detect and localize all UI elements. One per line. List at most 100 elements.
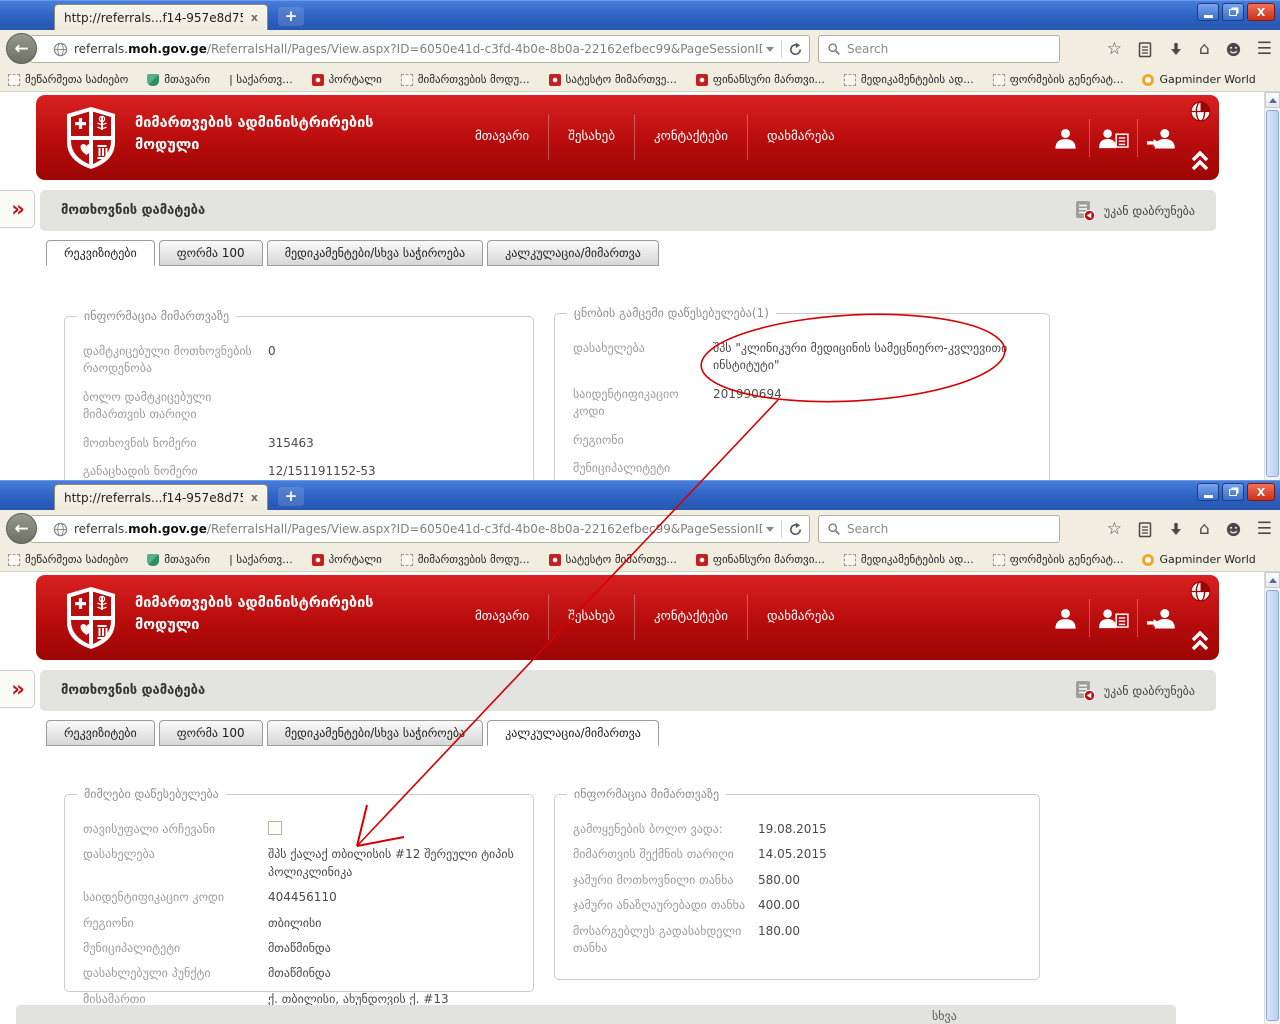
back-return-button[interactable]: უკან დაბრუნება xyxy=(1074,200,1195,222)
bookmark-item[interactable]: მეწარმეთა საძიებო xyxy=(8,73,128,86)
menu-icon[interactable]: ☰ xyxy=(1257,521,1272,538)
page-scrollbar[interactable] xyxy=(1264,92,1280,480)
tab-form100[interactable]: ფორმა 100 xyxy=(159,720,263,746)
page-area: მიმართვების ადმინისტრირების მოდული მთავა… xyxy=(0,92,1280,480)
panel-expand-button[interactable]: » xyxy=(0,190,35,228)
url-dropdown-icon[interactable] xyxy=(766,47,774,52)
scroll-up-button[interactable] xyxy=(1265,92,1280,108)
new-tab-button[interactable]: + xyxy=(278,487,304,506)
scroll-up-button[interactable] xyxy=(1265,572,1280,588)
search-input[interactable] xyxy=(847,522,1051,536)
language-globe-icon[interactable] xyxy=(1189,580,1212,603)
scrollbar-thumb[interactable] xyxy=(1266,110,1279,477)
bookmark-item[interactable]: ფინანსური მართვი... xyxy=(696,73,825,86)
panel-expand-button[interactable]: » xyxy=(0,670,35,708)
bookmark-item[interactable]: მიმართვების მოდუ... xyxy=(401,73,530,86)
free-choice-checkbox[interactable] xyxy=(268,821,282,835)
bookmark-star-icon[interactable]: ☆ xyxy=(1107,41,1122,58)
nav-link[interactable]: კონტაქტები xyxy=(634,594,747,640)
bookmark-favicon xyxy=(147,554,159,566)
new-tab-button[interactable]: + xyxy=(278,7,304,26)
nav-link[interactable]: შესახებ xyxy=(548,594,634,640)
bookmark-item[interactable]: | საქართვ... xyxy=(229,553,292,566)
tab-requisites[interactable]: რეკვიზიტები xyxy=(46,720,155,746)
bookmark-item[interactable]: მთავარი xyxy=(147,553,210,566)
library-icon[interactable] xyxy=(1137,521,1153,538)
bookmark-item[interactable]: მედიკამენტების ად... xyxy=(844,553,974,566)
tab-close-icon[interactable]: x xyxy=(251,12,258,23)
user-list-icon[interactable] xyxy=(1089,119,1137,157)
field-label: საიდენტიფიკაციო კოდი xyxy=(83,889,268,906)
library-icon[interactable] xyxy=(1137,41,1153,58)
restore-button[interactable] xyxy=(1222,483,1244,501)
tab-medications[interactable]: მედიკამენტები/სხვა საჭიროება xyxy=(267,240,483,266)
search-bar[interactable] xyxy=(818,515,1060,543)
bookmark-item[interactable]: ფორმების გენერატ... xyxy=(993,553,1124,566)
collapse-chevron-icon[interactable] xyxy=(1189,629,1211,653)
nav-link[interactable]: მთავარი xyxy=(456,594,548,640)
close-button[interactable]: X xyxy=(1247,3,1275,21)
back-button[interactable]: ← xyxy=(6,513,37,544)
home-icon[interactable]: ⌂ xyxy=(1199,41,1210,58)
bookmark-item[interactable]: ფორმების გენერატ... xyxy=(993,73,1124,86)
bookmark-label: ფორმების გენერატ... xyxy=(1010,553,1124,566)
menu-icon[interactable]: ☰ xyxy=(1257,41,1272,58)
tab-calculation[interactable]: კალკულაცია/მიმართვა xyxy=(487,240,659,266)
browser-tab[interactable]: http://referrals...f14-957e8d753363 x xyxy=(54,4,268,30)
nav-link[interactable]: დახმარება xyxy=(747,594,854,640)
nav-link[interactable]: კონტაქტები xyxy=(634,114,747,160)
minimize-button[interactable] xyxy=(1197,3,1219,21)
bookmark-item[interactable]: სატესტო მიმართვე... xyxy=(549,73,677,86)
tab-calculation[interactable]: კალკულაცია/მიმართვა xyxy=(487,720,659,746)
bookmark-item[interactable]: Gapminder World xyxy=(1142,553,1255,566)
bookmark-item[interactable]: მთავარი xyxy=(147,73,210,86)
reload-icon[interactable] xyxy=(788,522,803,537)
minimize-button[interactable] xyxy=(1197,483,1219,501)
tab-close-icon[interactable]: x xyxy=(251,492,258,503)
user-login-icon[interactable] xyxy=(1137,599,1185,637)
back-return-button[interactable]: უკან დაბრუნება xyxy=(1074,680,1195,702)
bookmark-item[interactable]: პორტალი xyxy=(312,553,382,566)
user-icon[interactable] xyxy=(1041,119,1089,157)
nav-link[interactable]: მთავარი xyxy=(456,114,548,160)
bookmark-item[interactable]: Gapminder World xyxy=(1142,73,1255,86)
bookmark-item[interactable]: მიმართვების მოდუ... xyxy=(401,553,530,566)
bookmark-item[interactable]: | საქართვ... xyxy=(229,73,292,86)
hello-smiley-icon[interactable] xyxy=(1225,521,1242,538)
downloads-icon[interactable] xyxy=(1168,41,1184,57)
close-button[interactable]: X xyxy=(1247,483,1275,501)
search-bar[interactable] xyxy=(818,35,1060,63)
bookmark-item[interactable]: სატესტო მიმართვე... xyxy=(549,553,677,566)
restore-button[interactable] xyxy=(1222,3,1244,21)
bookmark-item[interactable]: მედიკამენტების ად... xyxy=(844,73,974,86)
tab-requisites[interactable]: რეკვიზიტები xyxy=(46,240,155,266)
bookmark-star-icon[interactable]: ☆ xyxy=(1107,521,1122,538)
nav-link[interactable]: შესახებ xyxy=(548,114,634,160)
bookmark-favicon xyxy=(1142,74,1154,86)
tab-medications[interactable]: მედიკამენტები/სხვა საჭიროება xyxy=(267,720,483,746)
nav-link[interactable]: დახმარება xyxy=(747,114,854,160)
page-scrollbar[interactable] xyxy=(1264,572,1280,1024)
url-text: referrals.moh.gov.ge/ReferralsHall/Pages… xyxy=(74,42,762,56)
language-globe-icon[interactable] xyxy=(1189,100,1212,123)
user-list-icon[interactable] xyxy=(1089,599,1137,637)
user-login-icon[interactable] xyxy=(1137,119,1185,157)
reload-icon[interactable] xyxy=(788,42,803,57)
bookmark-item[interactable]: მეწარმეთა საძიებო xyxy=(8,553,128,566)
back-button[interactable]: ← xyxy=(6,33,37,64)
bookmark-item[interactable]: ფინანსური მართვი... xyxy=(696,553,825,566)
bookmark-item[interactable]: პორტალი xyxy=(312,73,382,86)
user-icon[interactable] xyxy=(1041,599,1089,637)
browser-tab[interactable]: http://referrals...f14-957e8d753363 x xyxy=(54,484,268,510)
scrollbar-thumb[interactable] xyxy=(1266,590,1279,1021)
hello-smiley-icon[interactable] xyxy=(1225,41,1242,58)
downloads-icon[interactable] xyxy=(1168,521,1184,537)
url-dropdown-icon[interactable] xyxy=(766,527,774,532)
search-input[interactable] xyxy=(847,42,1051,56)
tab-form100[interactable]: ფორმა 100 xyxy=(159,240,263,266)
url-bar[interactable]: referrals.moh.gov.ge/ReferralsHall/Pages… xyxy=(30,515,810,543)
bookmark-favicon xyxy=(8,74,20,86)
url-bar[interactable]: referrals.moh.gov.ge/ReferralsHall/Pages… xyxy=(30,35,810,63)
home-icon[interactable]: ⌂ xyxy=(1199,521,1210,538)
collapse-chevron-icon[interactable] xyxy=(1189,149,1211,173)
